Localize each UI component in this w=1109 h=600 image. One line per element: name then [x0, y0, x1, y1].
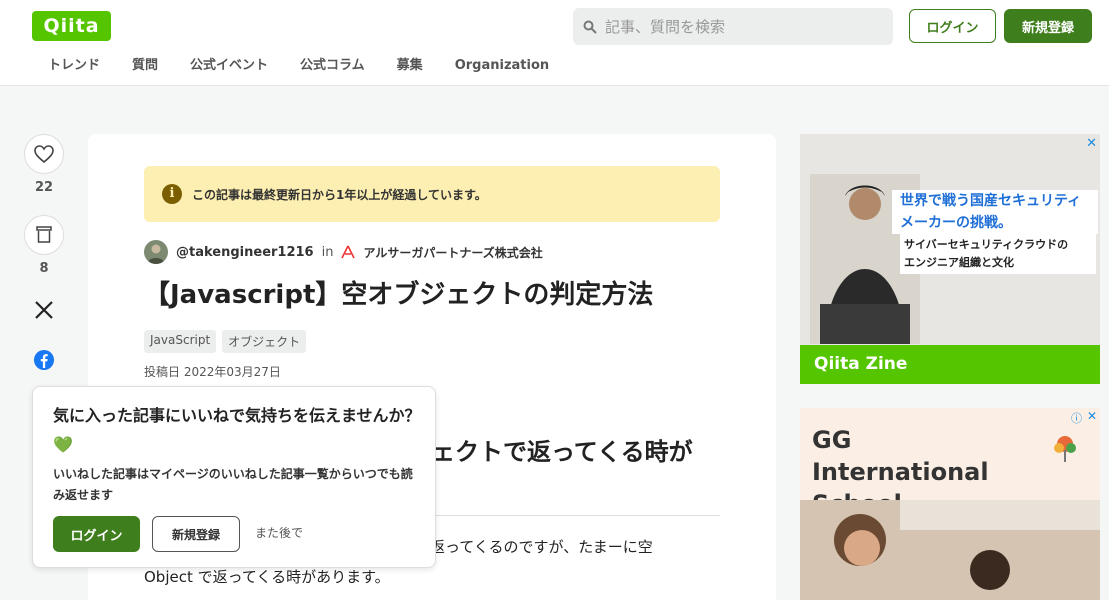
ad-close-icon[interactable]: ✕ — [1086, 136, 1097, 151]
popup-heading: 気に入った記事にいいねで気持ちを伝えませんか？💚 — [53, 406, 421, 454]
author-line: @takengineer1216 in アルサーガパートナーズ株式会社 — [144, 240, 543, 264]
ad-headline-line2: メーカーの挑戦。 — [900, 215, 1012, 231]
like-action: 22 — [24, 134, 64, 195]
signup-button[interactable]: 新規登録 — [1004, 9, 1092, 43]
search-icon — [583, 20, 597, 34]
ad-subtext: サイバーセキュリティクラウドの エンジニア組織と文化 — [900, 234, 1096, 274]
search-box[interactable] — [573, 8, 893, 45]
header: Qiita ログイン 新規登録 トレンド 質問 公式イベント 公式コラム 募集 … — [0, 0, 1109, 86]
heart-icon — [34, 145, 54, 163]
tag-javascript[interactable]: JavaScript — [144, 330, 217, 353]
x-share[interactable] — [24, 300, 64, 324]
nav-organization[interactable]: Organization — [439, 56, 565, 76]
facebook-icon[interactable] — [33, 349, 55, 371]
notice-text: この記事は最終更新日から1年以上が経過しています。 — [192, 187, 487, 202]
info-icon: i — [162, 184, 182, 204]
like-button[interactable] — [24, 134, 64, 174]
org-logo-icon — [341, 245, 356, 259]
nav-questions[interactable]: 質問 — [116, 56, 174, 76]
ad-subtext-line2: エンジニア組織と文化 — [904, 256, 1014, 269]
school-tree-logo-icon — [1054, 436, 1076, 462]
search-input[interactable] — [605, 17, 885, 36]
qiita-logo[interactable]: Qiita — [32, 11, 111, 41]
section-heading: ェクトで返ってくる時が — [431, 438, 693, 466]
ad-photo-image — [800, 500, 1100, 600]
login-button[interactable]: ログイン — [909, 9, 996, 43]
stock-icon — [36, 226, 52, 243]
ad-headline: 世界で戦う国産セキュリティ メーカーの挑戦。 — [892, 190, 1098, 234]
popup-signup-button[interactable]: 新規登録 — [152, 516, 240, 552]
main-nav: トレンド 質問 公式イベント 公式コラム 募集 Organization — [32, 56, 565, 76]
avatar[interactable] — [144, 240, 168, 264]
ad-footer-qiita-zine: Qiita Zine — [800, 345, 1100, 384]
nav-recruit[interactable]: 募集 — [381, 56, 439, 76]
ad-headline-line1: 世界で戦う国産セキュリティ — [900, 193, 1082, 209]
nav-official-events[interactable]: 公式イベント — [174, 56, 284, 76]
article-title: 【Javascript】空オブジェクトの判定方法 — [144, 280, 654, 310]
ad-subtext-line1: サイバーセキュリティクラウドの — [904, 238, 1069, 251]
popup-login-button[interactable]: ログイン — [53, 516, 140, 552]
ad-info-icon[interactable]: ⓘ — [1071, 410, 1082, 426]
posted-date: 投稿日 2022年03月27日 — [144, 365, 281, 379]
like-count: 22 — [34, 180, 54, 195]
stock-button[interactable] — [24, 215, 64, 255]
author-name[interactable]: @takengineer1216 — [176, 245, 314, 260]
stock-action: 8 — [24, 215, 64, 276]
tag-list: JavaScript オブジェクト — [144, 330, 312, 353]
like-prompt-popup: 気に入った記事にいいねで気持ちを伝えませんか？💚 いいねした記事はマイページのい… — [32, 386, 436, 568]
tag-object[interactable]: オブジェクト — [222, 330, 307, 353]
in-label: in — [321, 244, 334, 260]
popup-later-link[interactable]: また後で — [255, 524, 303, 541]
stock-count: 8 — [39, 261, 49, 276]
facebook-share[interactable] — [24, 349, 64, 375]
outdated-notice: i この記事は最終更新日から1年以上が経過しています。 — [144, 166, 720, 222]
ad-banner-gg-school[interactable]: ⓘ ✕ GG International School — [800, 408, 1100, 600]
nav-official-column[interactable]: 公式コラム — [284, 56, 381, 76]
popup-description: いいねした記事はマイページのいいねした記事一覧からいつでも読み返せます — [53, 467, 413, 502]
ad-close-icon-2[interactable]: ✕ — [1087, 409, 1097, 423]
x-icon[interactable] — [34, 300, 54, 320]
org-name[interactable]: アルサーガパートナーズ株式会社 — [363, 244, 542, 261]
nav-trend[interactable]: トレンド — [32, 56, 116, 76]
ad-banner-qiita-zine[interactable]: ✕ 世界で戦う国産セキュリティ メーカーの挑戦。 サイバーセキュリティクラウドの… — [800, 134, 1100, 384]
